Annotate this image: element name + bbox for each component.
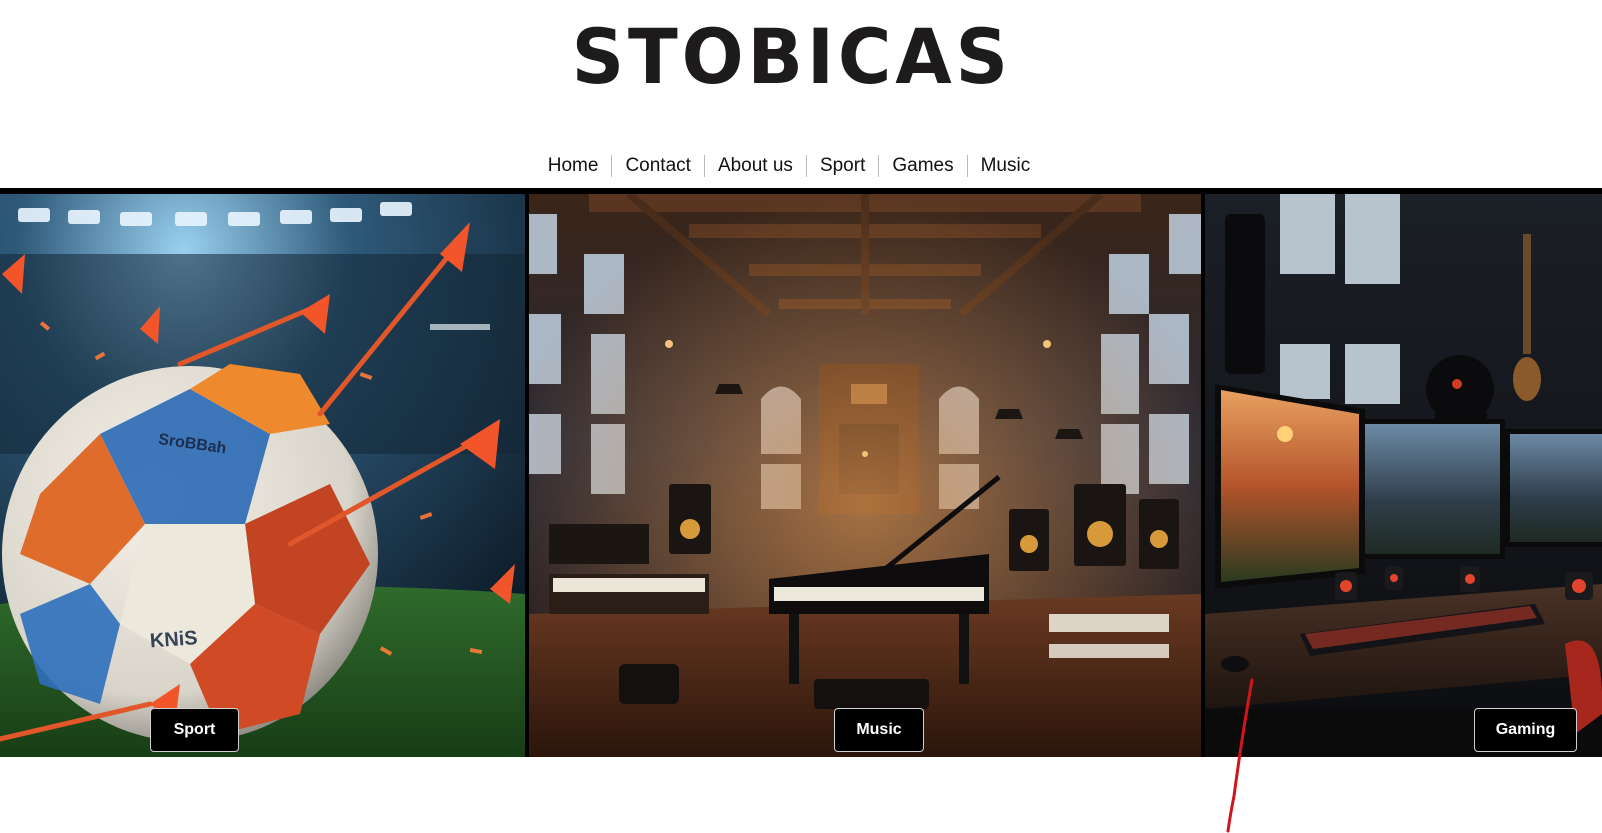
nav-contact[interactable]: Contact (612, 154, 703, 178)
nav-music[interactable]: Music (968, 154, 1044, 178)
nav-about-us[interactable]: About us (705, 154, 806, 178)
category-gallery: SroBBah KNiS Sport Music Gaming (0, 188, 1602, 757)
sport-image[interactable]: SroBBah KNiS (0, 194, 525, 757)
sport-button[interactable]: Sport (150, 708, 239, 752)
annotation-stroke (1226, 678, 1254, 833)
nav-games[interactable]: Games (879, 154, 966, 178)
gaming-button[interactable]: Gaming (1474, 708, 1577, 752)
music-button[interactable]: Music (834, 708, 924, 752)
music-image[interactable] (529, 194, 1201, 757)
site-logo[interactable]: STOBICAS (0, 14, 1602, 104)
main-nav: Home Contact About us Sport Games Music (0, 152, 1602, 180)
gaming-image[interactable] (1205, 194, 1602, 757)
nav-home[interactable]: Home (535, 154, 612, 178)
logo-text: STOBICAS (571, 12, 1012, 101)
nav-sport[interactable]: Sport (807, 154, 878, 178)
ball-print-2: KNiS (149, 627, 198, 652)
